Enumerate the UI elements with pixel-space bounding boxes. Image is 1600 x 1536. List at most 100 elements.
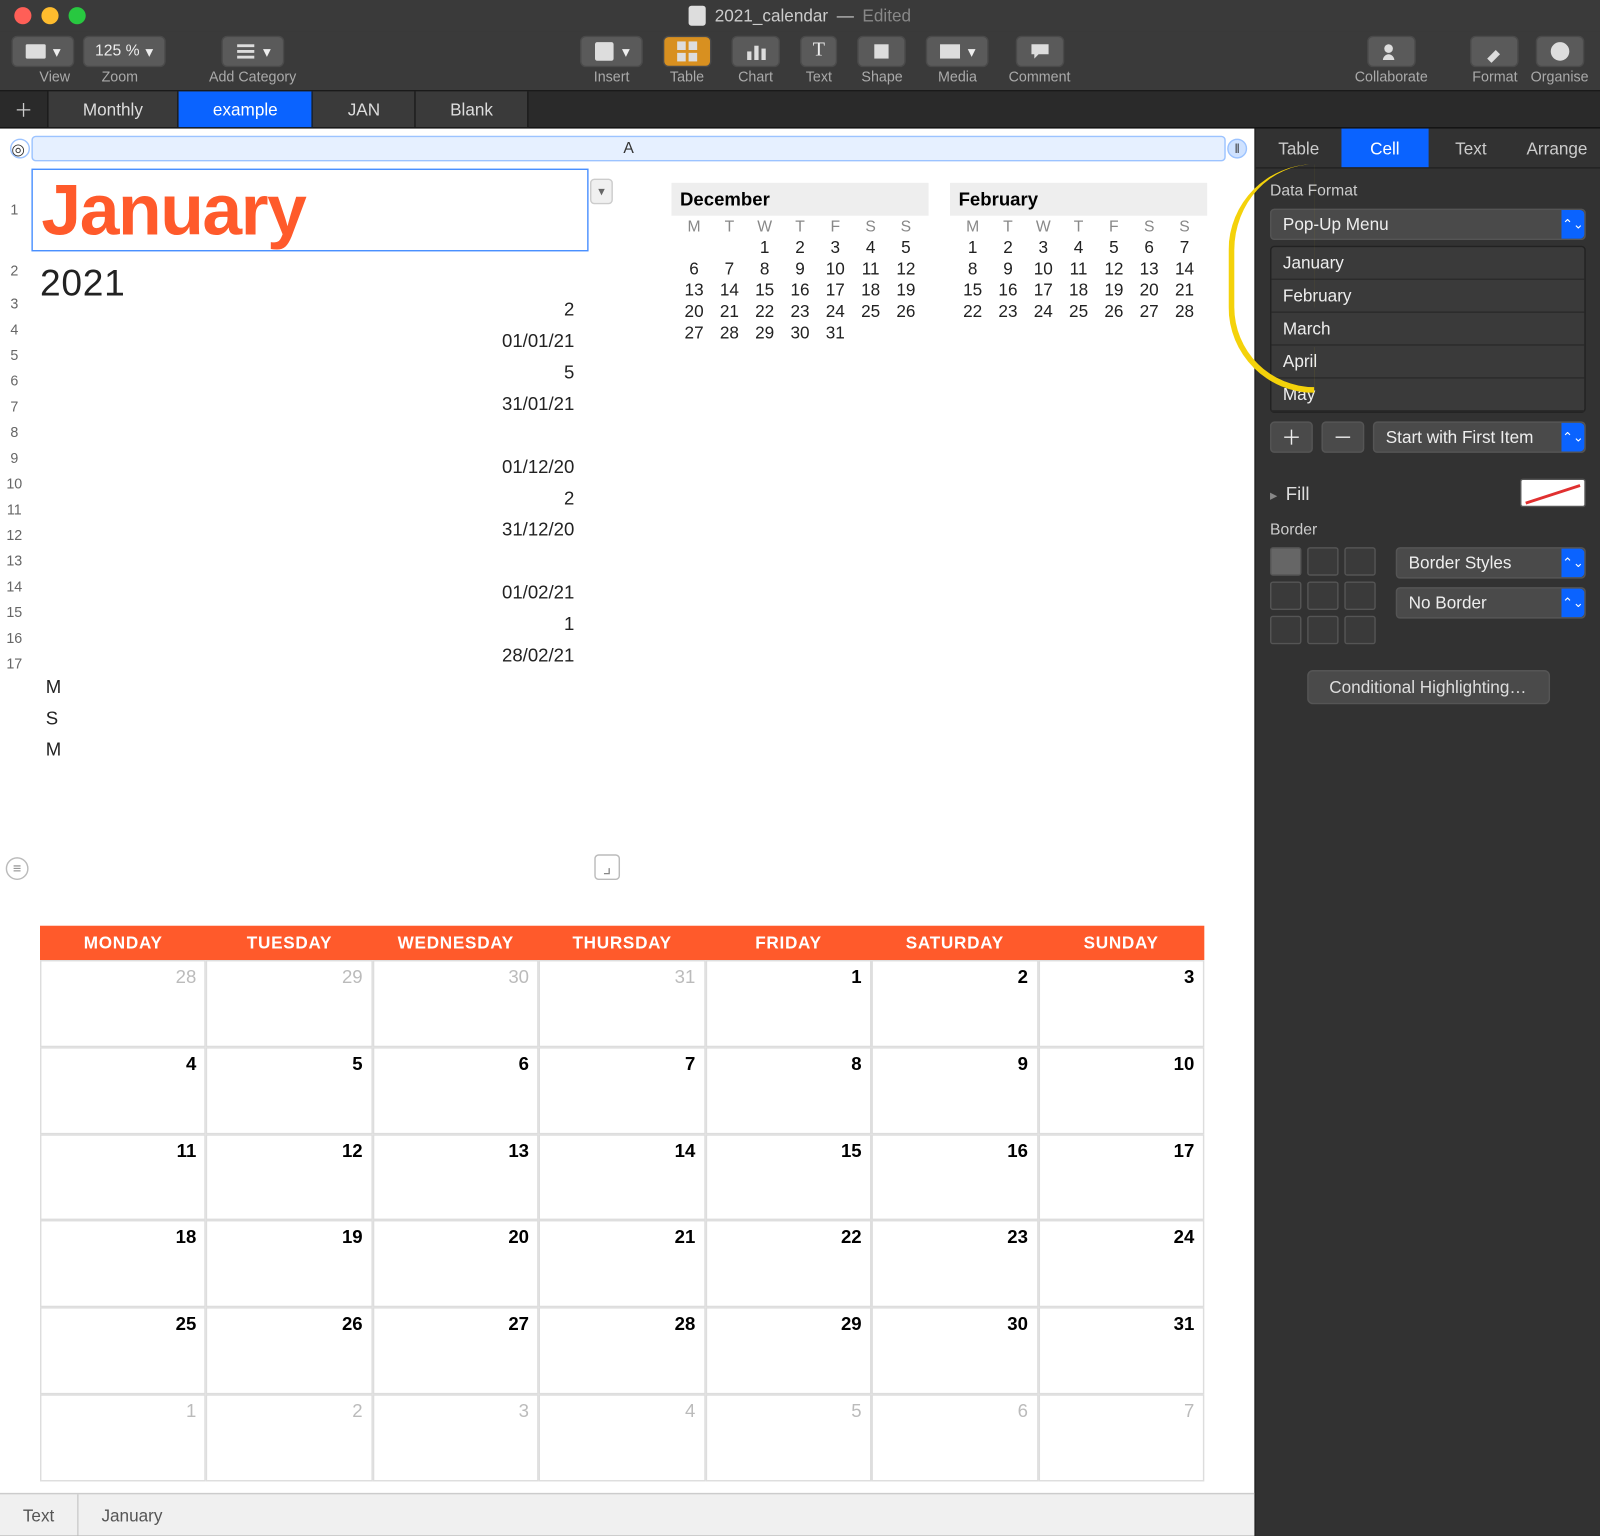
popup-option[interactable]: February <box>1271 280 1584 313</box>
selected-cell[interactable]: January ▾ <box>31 169 588 252</box>
calendar-day[interactable]: 31 <box>1038 1308 1204 1395</box>
inspector-tab-table[interactable]: Table <box>1256 129 1342 168</box>
spreadsheet-canvas[interactable]: ◎ A ‖ 1234567891011121314151617 January … <box>0 129 1254 1536</box>
add-option-button[interactable]: ＋ <box>1270 421 1313 452</box>
shape-button[interactable] <box>858 36 907 67</box>
no-border-select[interactable]: No Border⌃⌄ <box>1396 587 1586 618</box>
row-header[interactable]: 16 <box>0 626 29 652</box>
calendar-day[interactable]: 4 <box>40 1047 206 1134</box>
inspector-tab-text[interactable]: Text <box>1428 129 1514 168</box>
calendar-day[interactable]: 24 <box>1038 1221 1204 1308</box>
calendar-day[interactable]: 21 <box>539 1221 705 1308</box>
calendar-day[interactable]: 26 <box>206 1308 372 1395</box>
calendar-day[interactable]: 6 <box>872 1395 1038 1482</box>
text-button[interactable]: T <box>800 36 838 67</box>
organise-button[interactable] <box>1535 36 1584 67</box>
row-header[interactable]: 9 <box>0 446 29 472</box>
calendar-day[interactable]: 1 <box>40 1395 206 1482</box>
row-header[interactable]: 14 <box>0 574 29 600</box>
calendar-day[interactable]: 3 <box>1038 960 1204 1047</box>
sheet-tab-example[interactable]: example <box>179 91 314 127</box>
row-header[interactable]: 17 <box>0 651 29 677</box>
zoom-button[interactable]: 125 %▾ <box>82 36 166 67</box>
calendar-day[interactable]: 4 <box>539 1395 705 1482</box>
calendar-day[interactable]: 2 <box>206 1395 372 1482</box>
calendar-day[interactable]: 8 <box>705 1047 871 1134</box>
calendar-day[interactable]: 3 <box>373 1395 539 1482</box>
inspector-tab-arrange[interactable]: Arrange <box>1514 129 1600 168</box>
row-header[interactable]: 10 <box>0 471 29 497</box>
sheet-tab-jan[interactable]: JAN <box>313 91 415 127</box>
sheet-tab-monthly[interactable]: Monthly <box>49 91 179 127</box>
calendar-day[interactable]: 10 <box>1038 1047 1204 1134</box>
calendar-day[interactable]: 18 <box>40 1221 206 1308</box>
sheet-tab-blank[interactable]: Blank <box>416 91 529 127</box>
start-with-select[interactable]: Start with First Item ⌃⌄ <box>1373 421 1586 452</box>
table-button[interactable] <box>663 36 712 67</box>
calendar-day[interactable]: 5 <box>206 1047 372 1134</box>
format-button[interactable] <box>1471 36 1520 67</box>
border-styles-select[interactable]: Border Styles⌃⌄ <box>1396 547 1586 578</box>
calendar-day[interactable]: 2 <box>872 960 1038 1047</box>
calendar-day[interactable]: 12 <box>206 1134 372 1221</box>
collaborate-button[interactable] <box>1367 36 1416 67</box>
calendar-day[interactable]: 20 <box>373 1221 539 1308</box>
column-handle-left[interactable]: ◎ <box>10 139 30 159</box>
calendar-day[interactable]: 11 <box>40 1134 206 1221</box>
calendar-day[interactable]: 19 <box>206 1221 372 1308</box>
comment-button[interactable] <box>1015 36 1064 67</box>
calendar-day[interactable]: 17 <box>1038 1134 1204 1221</box>
calendar-day[interactable]: 7 <box>539 1047 705 1134</box>
calendar-day[interactable]: 31 <box>539 960 705 1047</box>
border-position-grid[interactable] <box>1270 547 1376 644</box>
popup-option[interactable]: January <box>1271 247 1584 280</box>
remove-option-button[interactable]: － <box>1321 421 1364 452</box>
calendar-day[interactable]: 29 <box>705 1308 871 1395</box>
calendar-day[interactable]: 27 <box>373 1308 539 1395</box>
calendar-day[interactable]: 9 <box>872 1047 1038 1134</box>
row-header[interactable]: 12 <box>0 523 29 549</box>
calendar-day[interactable]: 16 <box>872 1134 1038 1221</box>
conditional-highlighting-button[interactable]: Conditional Highlighting… <box>1306 670 1549 704</box>
calendar-day[interactable]: 30 <box>872 1308 1038 1395</box>
row-header[interactable]: 4 <box>0 317 29 343</box>
data-format-select[interactable]: Pop-Up Menu ⌃⌄ <box>1270 209 1586 240</box>
view-button[interactable]: ▾ <box>11 36 73 67</box>
row-handle-icon[interactable]: ≡ <box>6 857 29 880</box>
column-handle-right[interactable]: ‖ <box>1227 139 1247 159</box>
resize-handle-icon[interactable]: ⌟ <box>594 854 620 880</box>
row-header[interactable]: 7 <box>0 394 29 420</box>
row-header[interactable]: 3 <box>0 291 29 317</box>
row-header[interactable]: 8 <box>0 420 29 446</box>
popup-option[interactable]: May <box>1271 379 1584 412</box>
row-header[interactable]: 5 <box>0 343 29 369</box>
row-header[interactable]: 6 <box>0 369 29 395</box>
calendar-day[interactable]: 29 <box>206 960 372 1047</box>
insert-button[interactable]: ▾ <box>581 36 643 67</box>
calendar-day[interactable]: 30 <box>373 960 539 1047</box>
calendar-day[interactable]: 5 <box>705 1395 871 1482</box>
popup-option[interactable]: April <box>1271 346 1584 379</box>
disclose-icon[interactable]: ▸ <box>1270 488 1277 504</box>
row-header[interactable]: 13 <box>0 549 29 575</box>
chart-button[interactable] <box>731 36 780 67</box>
calendar-day[interactable]: 14 <box>539 1134 705 1221</box>
row-header[interactable]: 15 <box>0 600 29 626</box>
calendar-day[interactable]: 7 <box>1038 1395 1204 1482</box>
calendar-day[interactable]: 15 <box>705 1134 871 1221</box>
calendar-day[interactable]: 28 <box>539 1308 705 1395</box>
popup-chevron-icon[interactable]: ▾ <box>590 179 613 205</box>
calendar-day[interactable]: 25 <box>40 1308 206 1395</box>
calendar-day[interactable]: 1 <box>705 960 871 1047</box>
calendar-day[interactable]: 13 <box>373 1134 539 1221</box>
inspector-tab-cell[interactable]: Cell <box>1342 129 1428 168</box>
popup-option[interactable]: March <box>1271 313 1584 346</box>
calendar-day[interactable]: 22 <box>705 1221 871 1308</box>
row-header[interactable]: 2 <box>0 251 29 291</box>
add-category-button[interactable]: ▾ <box>222 36 284 67</box>
popup-options-list[interactable]: JanuaryFebruaryMarchAprilMay <box>1270 246 1586 413</box>
row-header[interactable]: 1 <box>0 169 29 252</box>
row-header[interactable]: 11 <box>0 497 29 523</box>
media-button[interactable]: ▾ <box>926 36 988 67</box>
calendar-day[interactable]: 23 <box>872 1221 1038 1308</box>
